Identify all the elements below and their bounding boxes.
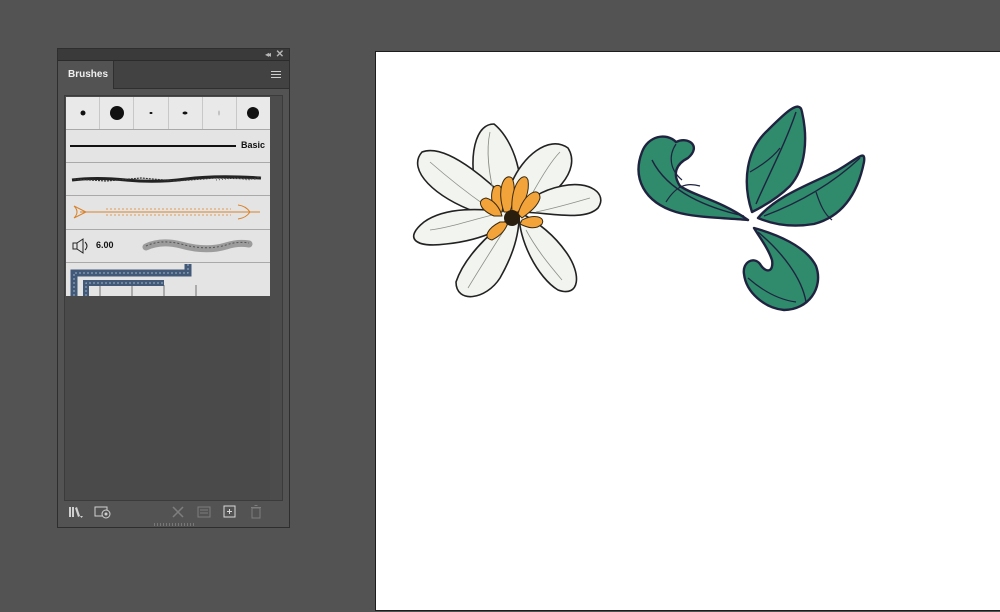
brush-row-pattern[interactable]: [66, 263, 270, 296]
panel-tab-bar: Brushes: [58, 61, 289, 89]
panel-bottom-toolbar: [64, 501, 283, 523]
artwork-canvas: [412, 105, 866, 312]
brush-row-arrow[interactable]: [66, 196, 270, 230]
brush-swatch[interactable]: [100, 97, 135, 129]
panel-resize-grip[interactable]: [153, 523, 194, 526]
brush-swatch[interactable]: [237, 97, 270, 129]
calligraphic-brush-row: [66, 97, 270, 130]
round-brush-medium-icon: [247, 107, 260, 119]
basic-stroke-preview: [70, 145, 236, 147]
brush-libraries-icon[interactable]: [68, 505, 84, 519]
brush-swatch[interactable]: [169, 97, 203, 129]
panel-title-bar[interactable]: ◂◂ ✕: [58, 49, 289, 61]
hamburger-icon[interactable]: [271, 71, 281, 79]
pattern-stroke-preview: [70, 264, 197, 296]
brush-swatch[interactable]: [66, 97, 101, 129]
brush-row-bristle[interactable]: 6.00: [66, 230, 270, 263]
thin-brush-icon: [218, 110, 220, 116]
tab-brushes[interactable]: Brushes: [58, 61, 114, 89]
bristle-stroke-preview: [142, 239, 253, 253]
remove-brush-stroke-icon[interactable]: [170, 505, 186, 519]
charcoal-stroke-preview: [71, 175, 262, 183]
brush-swatch[interactable]: [203, 97, 237, 129]
flower-illustration[interactable]: [412, 123, 602, 298]
brush-swatch[interactable]: [134, 97, 169, 129]
collapse-panel-button[interactable]: ◂◂: [265, 50, 271, 60]
close-panel-button[interactable]: ✕: [276, 49, 284, 60]
brush-list-scrollbar[interactable]: [270, 96, 282, 500]
new-brush-icon[interactable]: [222, 505, 238, 519]
basic-brush-label: Basic: [240, 140, 265, 150]
flat-brush-icon: [149, 112, 153, 114]
round-brush-large-icon: [109, 106, 124, 120]
brush-row-charcoal[interactable]: [66, 163, 270, 196]
brush-row-basic[interactable]: Basic: [66, 130, 270, 163]
leaves-illustration[interactable]: [637, 105, 866, 312]
libraries-panel-icon[interactable]: [94, 505, 112, 519]
delete-brush-icon[interactable]: [248, 505, 264, 519]
brush-options-icon[interactable]: [196, 505, 212, 519]
arrow-stroke-preview: [73, 204, 260, 220]
round-brush-small-icon: [80, 110, 86, 116]
brushes-panel: ◂◂ ✕ Brushes Basic 6.00: [57, 48, 290, 528]
artboard[interactable]: [375, 51, 1000, 611]
oval-brush-icon: [182, 111, 188, 115]
brush-list: Basic 6.00: [64, 95, 283, 501]
